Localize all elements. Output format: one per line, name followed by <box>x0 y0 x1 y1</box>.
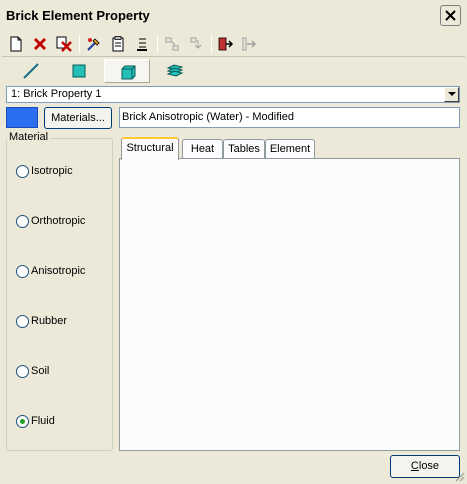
close-button-label: lose <box>418 460 440 472</box>
new-file-icon <box>10 36 22 52</box>
tab-structural[interactable]: Structural <box>121 137 179 160</box>
link-type-icon <box>166 64 184 77</box>
delete-all-button[interactable] <box>54 34 74 54</box>
radio-button-indicator[interactable] <box>16 215 29 228</box>
close-icon <box>445 10 456 21</box>
radio-label: Anisotropic <box>31 265 86 277</box>
close-button-mnemonic: C <box>410 460 419 472</box>
window-title: Brick Element Property <box>6 8 150 23</box>
dropdown-arrow-button[interactable] <box>444 87 459 102</box>
radio-button-indicator[interactable] <box>16 265 29 278</box>
radio-button-indicator[interactable] <box>16 415 29 428</box>
radio-button-indicator[interactable] <box>16 365 29 378</box>
brick-element-property-dialog: Brick Element Property 1: Brick Property… <box>0 0 467 484</box>
material-groupbox-title: Material <box>7 131 51 143</box>
chevron-down-icon <box>448 92 456 96</box>
toolbar-separator <box>211 35 212 53</box>
pick-button[interactable] <box>84 34 104 54</box>
material-groupbox <box>6 138 113 451</box>
property-color-swatch[interactable] <box>6 107 38 128</box>
radio-button-indicator[interactable] <box>16 165 29 178</box>
copy-icon <box>112 36 124 52</box>
radio-label: Isotropic <box>31 165 73 177</box>
plate-type-icon <box>72 64 86 78</box>
move-down-button[interactable] <box>186 34 206 54</box>
toolbar-separator <box>79 35 80 53</box>
move-down-icon <box>190 37 202 49</box>
tab-tables[interactable]: Tables <box>223 139 265 159</box>
new-button[interactable] <box>6 34 26 54</box>
list-button[interactable] <box>132 34 152 54</box>
tab-element[interactable]: Element <box>265 139 315 159</box>
brick-type-button[interactable] <box>104 59 150 83</box>
list-icon <box>137 38 147 51</box>
move-button[interactable] <box>162 34 182 54</box>
brick-type-icon <box>121 65 136 80</box>
export-icon <box>242 37 257 51</box>
export-button[interactable] <box>240 34 260 54</box>
materials-button[interactable]: Materials... <box>44 107 112 129</box>
property-select-value: 1: Brick Property 1 <box>9 88 441 101</box>
import-icon <box>218 37 234 51</box>
property-select[interactable]: 1: Brick Property 1 <box>6 86 460 103</box>
beam-type-button[interactable] <box>8 59 54 83</box>
radio-label: Orthotropic <box>31 215 86 227</box>
close-button[interactable]: Close <box>390 455 460 478</box>
link-type-button[interactable] <box>152 59 198 83</box>
title-bar: Brick Element Property <box>0 0 467 31</box>
import-button[interactable] <box>216 34 236 54</box>
radio-label: Fluid <box>31 415 55 427</box>
resize-grip-icon[interactable] <box>453 470 465 482</box>
radio-label: Rubber <box>31 315 68 327</box>
property-name-field[interactable]: Brick Anisotropic (Water) - Modified <box>119 107 460 128</box>
delete-all-icon <box>56 36 72 52</box>
window-close-button[interactable] <box>440 5 461 26</box>
radio-button-indicator[interactable] <box>16 315 29 328</box>
plate-type-button[interactable] <box>56 59 102 83</box>
copy-button[interactable] <box>108 34 128 54</box>
beam-type-icon <box>23 63 39 79</box>
pick-icon <box>87 38 100 51</box>
radio-label: Soil <box>31 365 50 377</box>
toolbar <box>2 31 465 57</box>
structural-tab-panel <box>119 158 460 451</box>
delete-icon <box>33 37 47 51</box>
element-type-bar <box>2 58 465 84</box>
tab-heat[interactable]: Heat <box>182 139 223 159</box>
delete-button[interactable] <box>30 34 50 54</box>
toolbar-separator <box>157 35 158 53</box>
move-icon <box>165 37 179 51</box>
